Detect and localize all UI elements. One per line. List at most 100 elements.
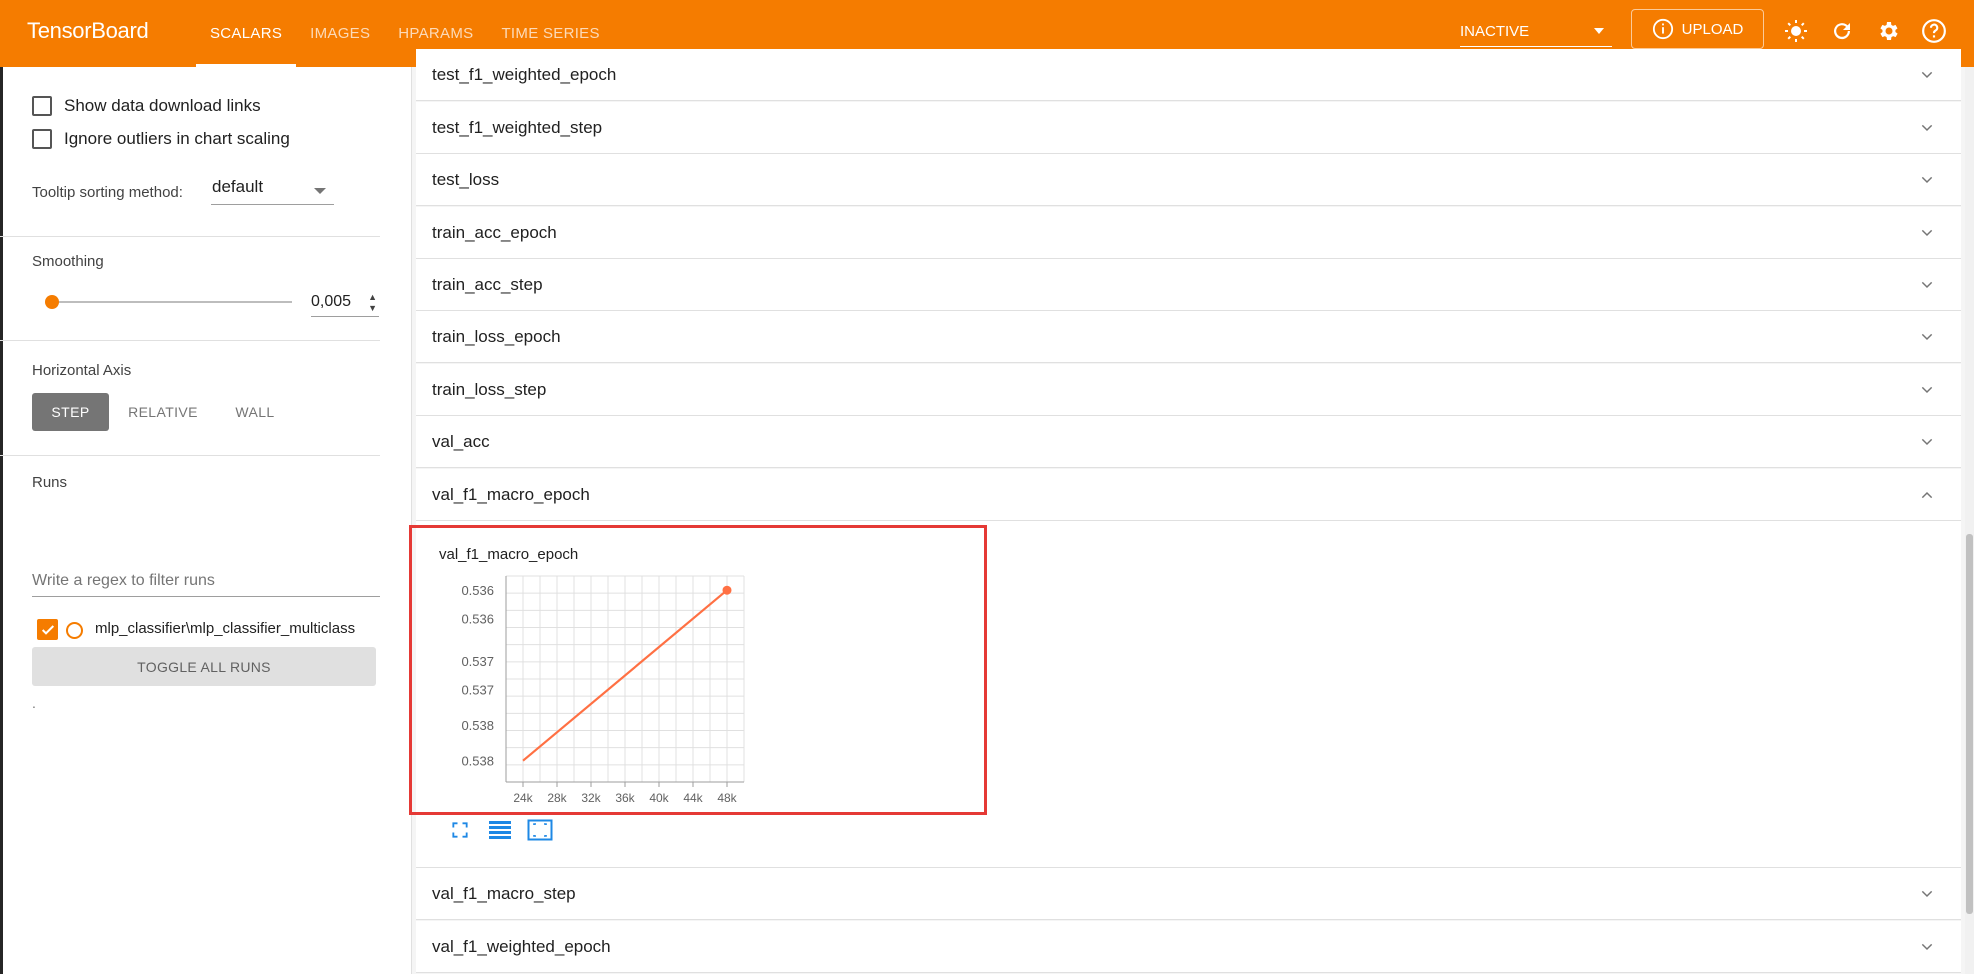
show-download-links-label: Show data download links [64, 96, 261, 115]
y-tick-label: 0.537 [461, 683, 494, 698]
panel-val-f1-weighted-epoch[interactable]: val_f1_weighted_epoch [416, 921, 1961, 973]
app-title: TensorBoard [27, 18, 149, 43]
chevron-up-icon [1921, 491, 1933, 499]
chevron-down-icon [1921, 438, 1933, 446]
show-download-links-option[interactable]: Show data download links [32, 96, 261, 116]
scrollbar-thumb[interactable] [1966, 534, 1973, 914]
chevron-down-icon [1921, 943, 1933, 951]
panel-train-loss-epoch[interactable]: train_loss_epoch [416, 311, 1961, 363]
data-point-last [722, 585, 732, 595]
fit-domain-icon[interactable] [526, 817, 554, 843]
panel-title: val_f1_macro_step [432, 883, 576, 903]
panel-title: train_acc_step [432, 274, 543, 294]
check-icon [41, 624, 54, 635]
panel-title: test_f1_weighted_epoch [432, 64, 617, 84]
run-color-swatch[interactable] [66, 622, 83, 639]
tooltip-sorting-label: Tooltip sorting method: [32, 184, 183, 201]
runs-label: Runs [32, 474, 68, 491]
smoothing-label: Smoothing [32, 253, 104, 270]
help-icon[interactable] [1921, 18, 1947, 44]
fullscreen-icon[interactable] [446, 817, 474, 843]
panel-val-f1-macro-epoch[interactable]: val_f1_macro_epoch [416, 469, 1961, 521]
footnote-text: . [32, 695, 36, 711]
smoothing-input[interactable]: 0,005 ▲ ▼ [311, 289, 379, 317]
toggle-all-runs-button[interactable]: TOGGLE ALL RUNS [32, 647, 376, 686]
panel-val-f1-macro-step[interactable]: val_f1_macro_step [416, 868, 1961, 920]
chevron-down-icon [1921, 124, 1933, 132]
upload-label: UPLOAD [1681, 20, 1744, 38]
y-tick-label: 0.536 [461, 583, 494, 598]
panel-train-acc-step[interactable]: train_acc_step [416, 259, 1961, 311]
chevron-down-icon [1921, 229, 1933, 237]
smoothing-slider-track[interactable] [52, 301, 292, 303]
line-chart[interactable]: 24k 28k 32k 36k 40k 44k 48k 0.536 0.536 0.537 0.53… [416, 521, 816, 805]
ignore-outliers-option[interactable]: Ignore outliers in chart scaling [32, 129, 290, 149]
y-tick-label: 0.538 [461, 754, 494, 769]
tab-scalars[interactable]: SCALARS [196, 0, 297, 67]
theme-toggle-icon[interactable] [1783, 18, 1809, 44]
caret-down-icon [314, 188, 326, 194]
chevron-down-icon [1921, 333, 1933, 341]
show-download-links-checkbox[interactable] [32, 96, 52, 116]
axis-wall-button[interactable]: WALL [218, 393, 292, 431]
run-status-value: INACTIVE [1460, 22, 1530, 40]
y-tick-label: 0.537 [461, 654, 494, 669]
panel-title: val_f1_macro_epoch [432, 484, 590, 504]
x-tick-label: 48k [717, 791, 737, 805]
chevron-down-icon [1921, 890, 1933, 898]
panel-title: test_f1_weighted_step [432, 117, 603, 137]
x-tick-label: 44k [683, 791, 703, 805]
smoothing-value: 0,005 [311, 293, 352, 310]
tooltip-sorting-value: default [212, 177, 264, 196]
horizontal-axis-label: Horizontal Axis [32, 362, 132, 379]
tab-images[interactable]: IMAGES [296, 0, 384, 67]
settings-gear-icon[interactable] [1875, 18, 1901, 44]
spin-down-icon[interactable]: ▼ [368, 303, 377, 313]
run-name: mlp_classifier\mlp_classifier_multiclass [95, 620, 356, 637]
chevron-down-icon [1921, 176, 1933, 184]
run-status-select[interactable]: INACTIVE [1460, 16, 1612, 47]
panel-train-acc-epoch[interactable]: train_acc_epoch [416, 207, 1961, 259]
panel-test-f1-weighted-step[interactable]: test_f1_weighted_step [416, 102, 1961, 154]
panel-title: train_loss_step [432, 379, 547, 399]
panel-title: train_acc_epoch [432, 222, 557, 242]
panel-title: test_loss [432, 169, 500, 189]
chart-actions [446, 817, 554, 843]
divider [0, 236, 380, 237]
axis-relative-button[interactable]: RELATIVE [117, 393, 209, 431]
x-tick-label: 28k [547, 791, 567, 805]
expanded-chart-area: val_f1_macro_epoch 24k 28k 32k 36k 40k 44k 48k… [409, 521, 1961, 868]
ignore-outliers-label: Ignore outliers in chart scaling [64, 129, 290, 148]
panel-title: train_loss_epoch [432, 326, 561, 346]
run-filter-input[interactable]: Write a regex to filter runs [32, 567, 380, 597]
run-checkbox[interactable] [37, 619, 58, 640]
spin-up-icon[interactable]: ▲ [368, 292, 377, 302]
panel-val-acc[interactable]: val_acc [416, 416, 1961, 468]
panel-title: val_f1_weighted_epoch [432, 936, 611, 956]
axis-step-button[interactable]: STEP [32, 393, 109, 431]
divider [0, 340, 380, 341]
ignore-outliers-checkbox[interactable] [32, 129, 52, 149]
settings-sidebar: Show data download links Ignore outliers… [0, 67, 412, 974]
chevron-down-icon [1921, 71, 1933, 79]
y-tick-label: 0.538 [461, 718, 494, 733]
x-tick-label: 36k [615, 791, 635, 805]
tooltip-sorting-select[interactable]: default [211, 177, 334, 205]
upload-button[interactable]: UPLOAD [1631, 9, 1764, 49]
x-tick-label: 32k [581, 791, 601, 805]
chevron-down-icon [1921, 386, 1933, 394]
panel-train-loss-step[interactable]: train_loss_step [416, 364, 1961, 416]
panel-test-f1-weighted-epoch[interactable]: test_f1_weighted_epoch [416, 49, 1961, 101]
caret-down-icon [1594, 28, 1604, 34]
smoothing-slider-thumb[interactable] [45, 295, 59, 309]
divider [0, 455, 380, 456]
refresh-icon[interactable] [1829, 18, 1855, 44]
window-edge [0, 67, 3, 974]
x-tick-label: 24k [513, 791, 533, 805]
chevron-down-icon [1921, 281, 1933, 289]
x-tick-label: 40k [649, 791, 669, 805]
panel-test-loss[interactable]: test_loss [416, 154, 1961, 206]
info-icon [1652, 18, 1673, 40]
scalar-panels: test_f1_weighted_epoch test_f1_weighted_… [409, 49, 1974, 974]
data-table-icon[interactable] [486, 817, 514, 843]
